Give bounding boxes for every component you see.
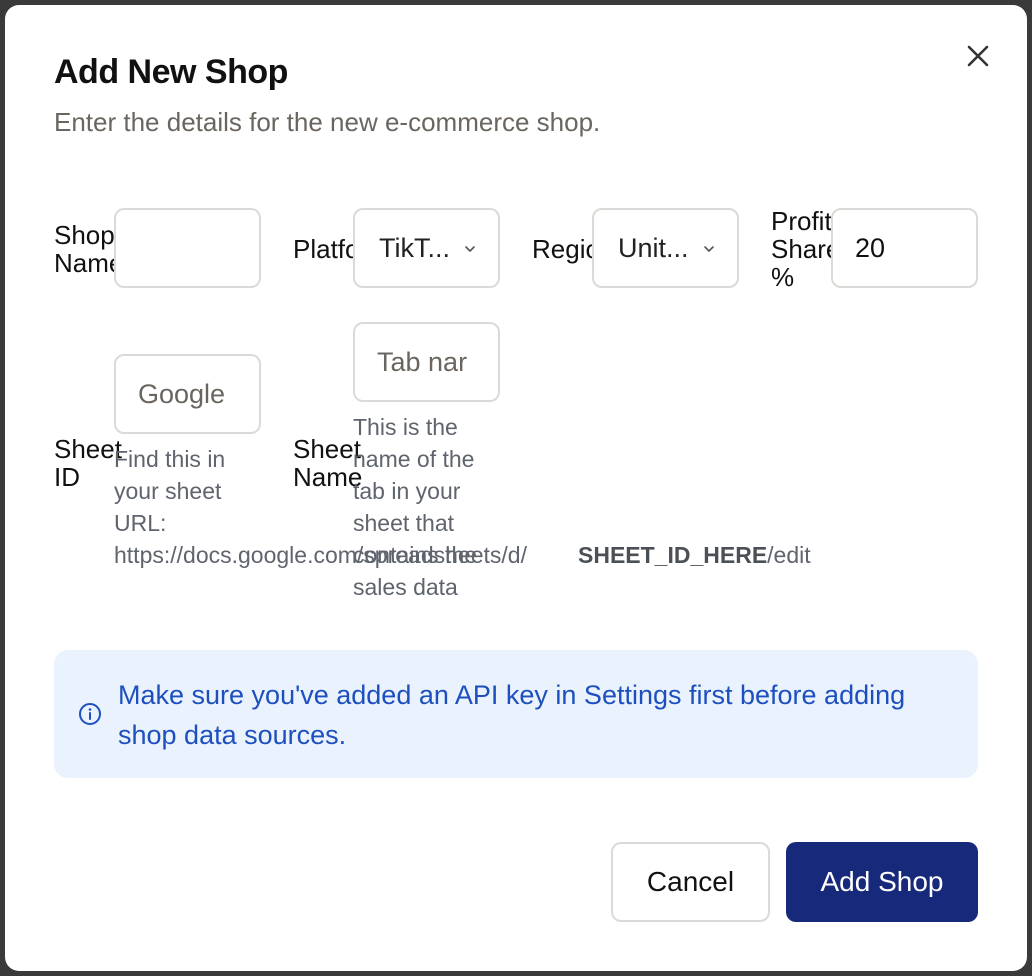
shop-name-label: Shop Name: [54, 221, 116, 278]
shop-name-field[interactable]: [114, 208, 261, 288]
add-shop-button[interactable]: Add Shop: [786, 842, 978, 922]
region-select[interactable]: Unit...: [592, 208, 739, 288]
profit-share-input[interactable]: [833, 210, 976, 286]
cancel-button[interactable]: Cancel: [611, 842, 770, 922]
shop-name-input[interactable]: [116, 210, 259, 286]
platform-label: Platform: [293, 235, 353, 264]
region-label: Region: [532, 235, 592, 264]
platform-select[interactable]: TikT...: [353, 208, 500, 288]
sheet-name-help: This is the name of the tab in your shee…: [353, 414, 478, 600]
chevron-down-icon: [464, 242, 476, 254]
chevron-down-icon: [703, 242, 715, 254]
profit-share-label: Profit Share %: [771, 207, 831, 292]
dialog-subtitle: Enter the details for the new e-commerce…: [54, 107, 601, 137]
sheet-id-placeholder-highlight: SHEET_ID_HERE: [578, 542, 768, 568]
profit-share-field[interactable]: [831, 208, 978, 288]
sheet-id-help-suffix: /edit: [767, 542, 811, 568]
region-value: Unit...: [618, 232, 689, 263]
sheet-name-field[interactable]: [353, 322, 500, 402]
sheet-id-field[interactable]: [114, 354, 261, 434]
close-button[interactable]: [960, 38, 996, 74]
close-icon: [960, 38, 996, 74]
sheet-id-input[interactable]: [116, 356, 259, 432]
sheet-name-input[interactable]: [355, 324, 498, 400]
info-icon: [78, 702, 102, 731]
sheet-id-help: Find this in your sheet URL: https://doc…: [114, 443, 527, 571]
add-shop-dialog: Add New Shop Enter the details for the n…: [5, 5, 1027, 971]
info-message: Make sure you've added an API key in Set…: [118, 680, 906, 750]
info-alert: Make sure you've added an API key in Set…: [54, 650, 978, 778]
platform-value: TikT...: [379, 232, 450, 263]
dialog-title: Add New Shop: [54, 53, 288, 91]
sheet-id-help-tail: SHEET_ID_HERE/edit: [578, 539, 811, 571]
